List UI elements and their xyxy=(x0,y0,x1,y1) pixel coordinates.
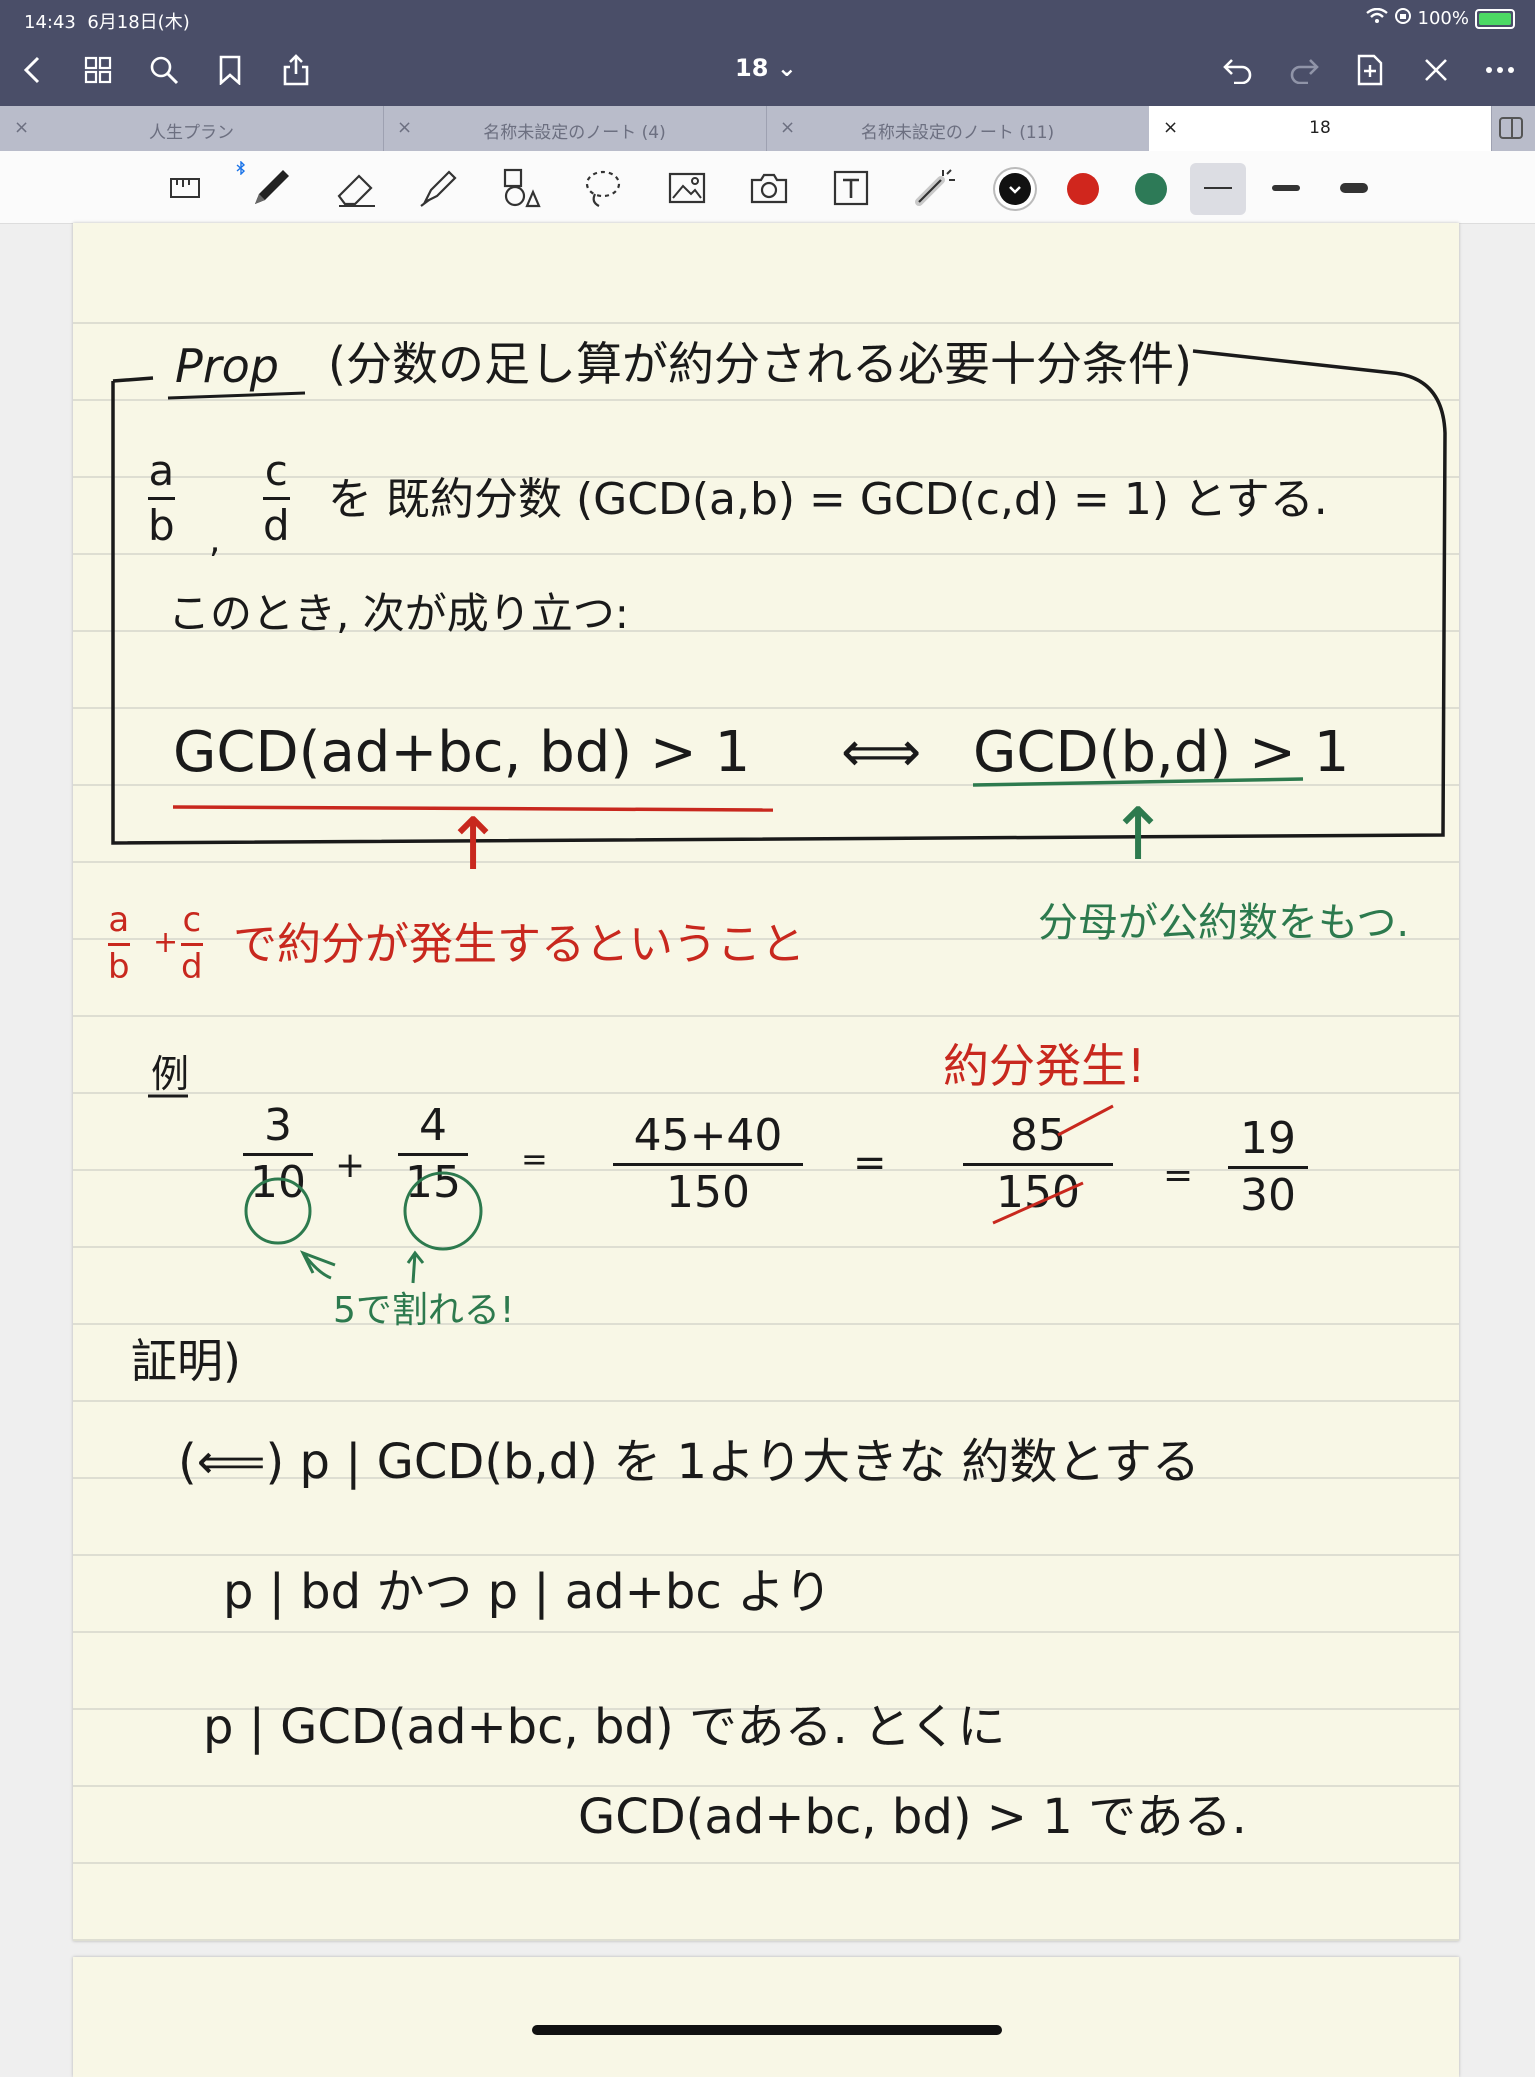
battery-icon xyxy=(1475,8,1515,29)
chevron-down-icon xyxy=(1009,186,1021,194)
ruler-icon[interactable] xyxy=(162,165,208,211)
divisible-annotation: 5で割れる! xyxy=(333,1290,515,1331)
add-page-icon[interactable] xyxy=(1350,50,1390,90)
color-green-swatch[interactable] xyxy=(1135,173,1167,205)
bookmark-icon[interactable] xyxy=(210,50,250,90)
proof-line-1: (⟸) p | GCD(b,d) を 1より大きな 約数とする xyxy=(178,1434,1200,1490)
proof-line-3: p | GCD(ad+bc, bd) である. とくに xyxy=(203,1699,1006,1755)
next-note-page[interactable] xyxy=(73,1957,1459,2077)
tab-untitled-4[interactable]: × 名称未設定のノート (4) xyxy=(383,106,767,151)
proof-line-4: GCD(ad+bc, bd) > 1 である. xyxy=(578,1789,1247,1845)
stroke-thick[interactable] xyxy=(1340,183,1368,193)
tab-18[interactable]: × 18 xyxy=(1149,106,1492,151)
more-icon[interactable] xyxy=(1480,50,1520,90)
eraser-icon[interactable] xyxy=(334,165,380,211)
color-black-swatch[interactable] xyxy=(999,173,1031,205)
image-icon[interactable] xyxy=(664,165,710,211)
search-icon[interactable] xyxy=(144,50,184,90)
thumbnails-icon[interactable] xyxy=(78,50,118,90)
home-indicator[interactable] xyxy=(532,2025,1002,2035)
pen-icon[interactable] xyxy=(248,165,294,211)
undo-icon[interactable] xyxy=(1218,50,1258,90)
status-bar: 14:43 6月18日(木) 100% xyxy=(0,0,1535,36)
proof-label: 証明) xyxy=(131,1334,241,1388)
orientation-lock-icon xyxy=(1394,7,1412,30)
tab-untitled-11[interactable]: × 名称未設定のノート (11) xyxy=(766,106,1150,151)
nav-bar: 18 ⌄ xyxy=(0,36,1535,106)
status-right: 100% xyxy=(1365,7,1515,30)
lasso-icon[interactable] xyxy=(580,165,626,211)
wifi-icon xyxy=(1365,7,1388,29)
share-icon[interactable] xyxy=(276,50,316,90)
laser-pointer-icon[interactable] xyxy=(910,165,956,211)
tab-label: 名称未設定のノート (11) xyxy=(860,123,1055,143)
tab-label: 18 xyxy=(1309,118,1331,138)
highlighter-icon[interactable] xyxy=(416,165,462,211)
stroke-medium[interactable] xyxy=(1272,185,1300,191)
color-red-swatch[interactable] xyxy=(1067,173,1099,205)
stroke-thin-selected[interactable] xyxy=(1190,163,1246,215)
proof-line-2: p | bd かつ p | ad+bc より xyxy=(223,1564,833,1620)
shapes-icon[interactable] xyxy=(498,165,544,211)
tab-label: 人生プラン xyxy=(149,123,234,143)
tab-life-plan[interactable]: × 人生プラン xyxy=(0,106,384,151)
bluetooth-icon xyxy=(236,160,246,178)
example-marks xyxy=(244,1104,1114,1284)
page-title[interactable]: 18 ⌄ xyxy=(735,54,797,82)
tab-label: 名称未設定のノート (4) xyxy=(483,123,666,143)
status-time: 14:43 6月18日(木) xyxy=(24,12,190,33)
text-tool-icon[interactable] xyxy=(828,165,874,211)
redo-icon[interactable] xyxy=(1284,50,1324,90)
tab-bar: × 人生プラン × 名称未設定のノート (4) × 名称未設定のノート (11)… xyxy=(0,106,1535,151)
drawing-toolbar xyxy=(0,151,1535,224)
back-icon[interactable] xyxy=(12,50,52,90)
pen-off-icon[interactable] xyxy=(1416,50,1456,90)
reduction-annotation: 約分発生! xyxy=(943,1039,1146,1093)
battery-percent: 100% xyxy=(1417,8,1469,29)
split-view-icon[interactable] xyxy=(1498,116,1524,144)
camera-icon[interactable] xyxy=(746,165,792,211)
note-page[interactable]: Prop (分数の足し算が約分される必要十分条件) ab , cd を 既約分数… xyxy=(73,223,1459,1941)
